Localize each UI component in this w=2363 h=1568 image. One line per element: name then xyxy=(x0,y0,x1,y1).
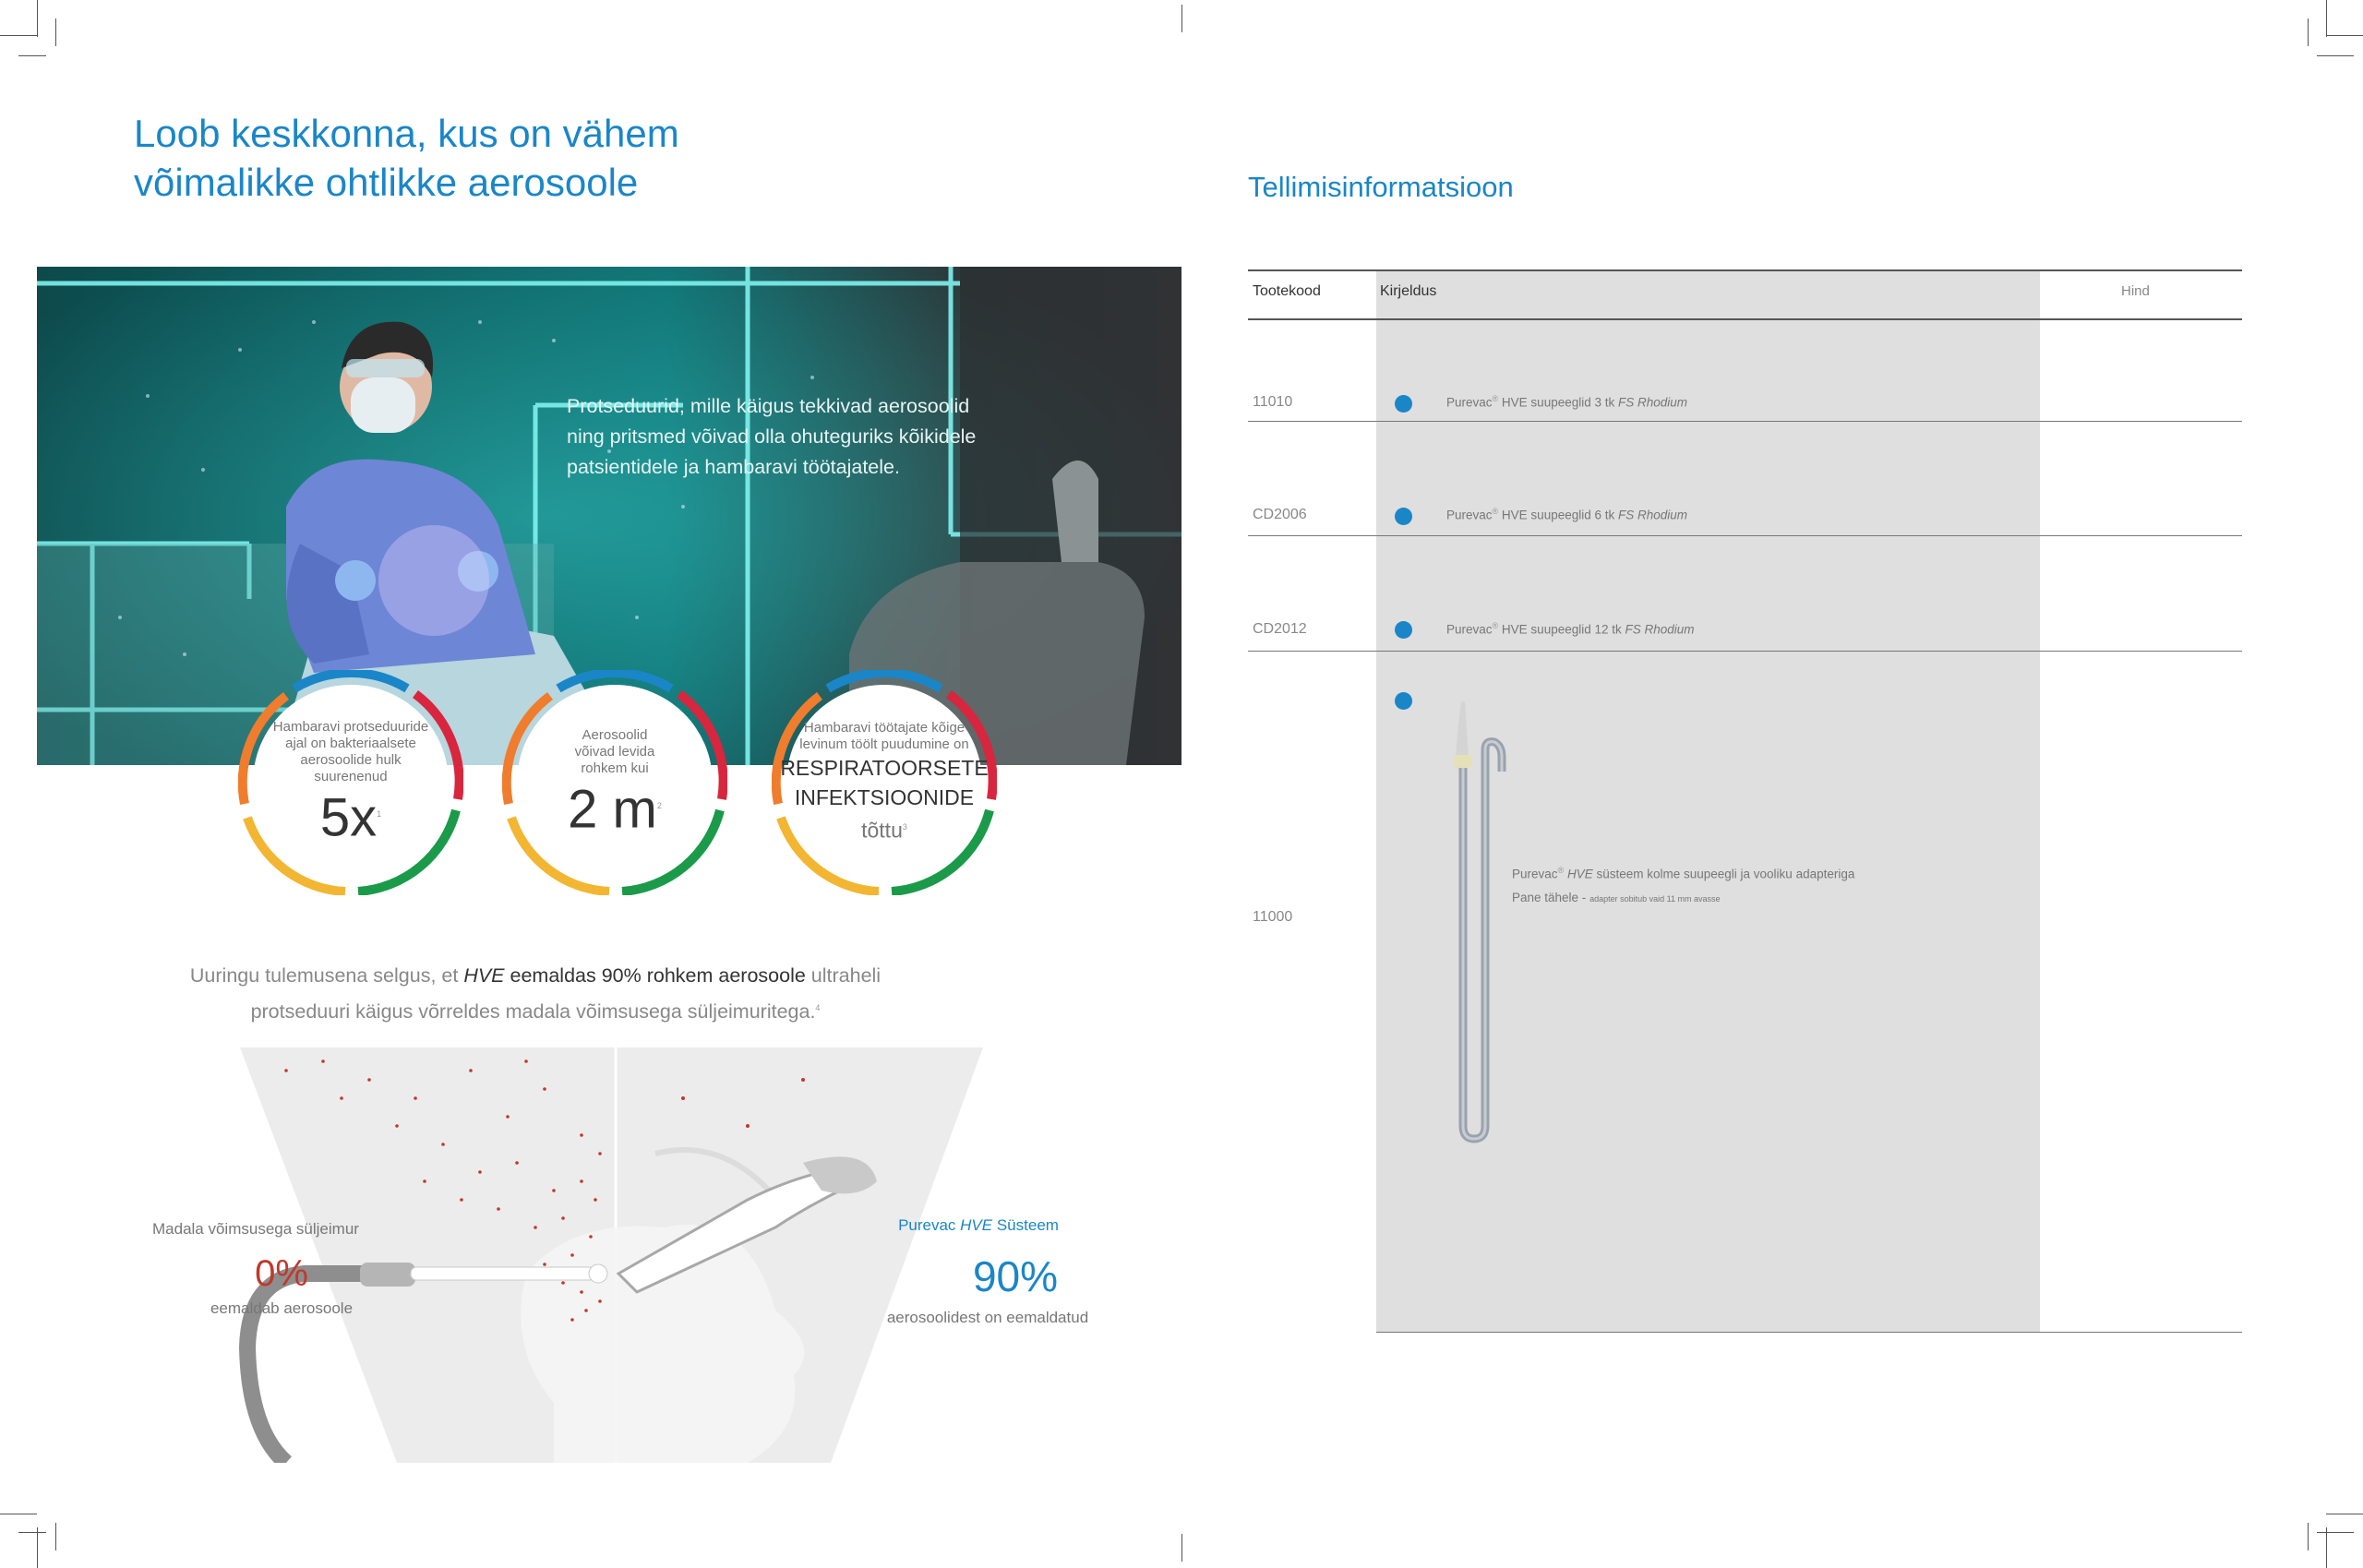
registered-mark: ® xyxy=(1557,866,1565,875)
brand: Purevac xyxy=(1446,395,1493,410)
desc-em: FS Rhodium xyxy=(1618,508,1688,522)
crop-mark xyxy=(2317,1532,2354,1533)
product-description: Purevac® HVE suupeeglid 6 tk FS Rhodium xyxy=(1446,507,1687,522)
desc-em: FS Rhodium xyxy=(1625,622,1695,637)
brand: Purevac xyxy=(1446,508,1493,522)
product-description: Purevac® HVE suupeeglid 3 tk FS Rhodium xyxy=(1446,394,1687,410)
hero-caption: Protseduurid, mille käigus tekkivad aero… xyxy=(567,395,977,478)
stat-number: 2 m xyxy=(568,779,657,840)
crop-mark xyxy=(2326,1527,2327,1568)
desc-em: FS Rhodium xyxy=(1618,395,1688,410)
stat-content: Hambaravi protseduuride ajal on bakteria… xyxy=(253,685,449,880)
crop-mark xyxy=(0,35,37,36)
title-line-1: Loob keskkonna, kus on vähem xyxy=(134,112,679,155)
brand: Purevac xyxy=(1446,622,1493,637)
note-small: adapter sobitub vaid 11 mm avasse xyxy=(1589,894,1721,904)
bullet-dot xyxy=(1395,508,1412,525)
desc-text: HVE suupeeglid 3 tk xyxy=(1498,395,1618,410)
stat-circle-2: Aerosoolid võivad levida rohkem kui 2 m2 xyxy=(502,670,727,895)
footnote-ref: 2 xyxy=(656,800,662,810)
low-volume-percentage: 0% xyxy=(255,1253,308,1294)
order-info-title: Tellimisinformatsioon xyxy=(1248,171,1514,203)
product-code: CD2006 xyxy=(1253,507,1307,522)
row-divider xyxy=(1248,421,2242,422)
footnote-ref: 4 xyxy=(815,1003,821,1012)
crop-mark xyxy=(2317,55,2354,56)
product-description: Purevac® HVE suupeeglid 12 tk FS Rhodium xyxy=(1446,621,1695,637)
crop-mark xyxy=(2326,0,2327,37)
footnote-ref: 3 xyxy=(902,822,907,832)
low-volume-caption: eemaldab aerosoole xyxy=(210,1299,354,1317)
stat-content: Hambaravi töötajate kõige levinum töölt … xyxy=(780,685,989,880)
stat-circle-3: Hambaravi töötajate kõige levinum töölt … xyxy=(772,670,997,895)
desc-em: HVE xyxy=(1566,867,1593,881)
crop-mark xyxy=(55,1523,56,1550)
study-pre: Uuringu tulemusena selgus, et xyxy=(189,964,464,987)
crop-mark xyxy=(55,18,56,46)
crop-mark xyxy=(18,55,46,56)
product-code: CD2012 xyxy=(1253,621,1307,637)
low-volume-label: Madala võimsusega süljeimur xyxy=(152,1220,359,1238)
bullet-dot xyxy=(1395,395,1412,413)
hve-system-label: Purevac HVE Süsteem xyxy=(849,1216,1108,1235)
crop-mark xyxy=(18,1532,46,1533)
product-code: 11010 xyxy=(1253,394,1293,410)
hve-label-em: HVE xyxy=(960,1216,993,1234)
brand: Purevac xyxy=(1512,867,1558,881)
row-divider xyxy=(1248,535,2242,536)
stat-description: Hambaravi protseduuride ajal on bakteria… xyxy=(272,718,429,784)
hve-label-pre: Purevac xyxy=(898,1216,961,1234)
title-line-2: võimalikke ohtlikke aerosoole xyxy=(134,161,639,204)
study-highlight: HVE eemaldas 90% rohkem aerosoole xyxy=(463,964,806,987)
stat-caps-line-1: RESPIRATOORSETE xyxy=(780,756,989,781)
hve-system-product-image xyxy=(1454,701,1506,1143)
crop-mark xyxy=(37,0,38,37)
stat-description: Aerosoolid võivad levida rohkem kui xyxy=(574,726,655,776)
stat-circle-1: Hambaravi protseduuride ajal on bakteria… xyxy=(238,670,463,895)
stat-tail-text: tõttu xyxy=(861,818,903,843)
stat-content: Aerosoolid võivad levida rohkem kui 2 m2 xyxy=(517,685,713,880)
desc-text: süsteem kolme suupeegli ja vooliku adapt… xyxy=(1592,867,1855,881)
footnote-ref: 1 xyxy=(377,808,382,819)
hve-label-post: Süsteem xyxy=(992,1216,1059,1234)
crop-mark xyxy=(2326,35,2363,36)
study-result-text: Uuringu tulemusena selgus, et HVE eemald… xyxy=(148,960,923,1028)
hve-percentage: 90% xyxy=(972,1252,1059,1300)
table-bottom-rule xyxy=(1376,1332,2242,1333)
header-price: Hind xyxy=(2121,283,2150,299)
crop-mark xyxy=(2308,18,2309,46)
row-divider xyxy=(1248,651,2242,652)
header-code: Tootekood xyxy=(1253,283,1321,299)
table-header-rule xyxy=(1248,318,2242,320)
crop-mark xyxy=(37,1527,38,1568)
note-label: Pane tähele - xyxy=(1512,891,1590,904)
page-title: Loob keskkonna, kus on vähem võimalikke … xyxy=(134,109,679,207)
product-description: Purevac® HVE süsteem kolme suupeegli ja … xyxy=(1512,866,1854,881)
hve-caption: aerosoolidest on eemaldatud xyxy=(886,1309,1089,1326)
header-description: Kirjeldus xyxy=(1380,283,1437,299)
stat-description: Hambaravi töötajate kõige levinum töölt … xyxy=(799,720,969,753)
study-hve: HVE xyxy=(463,964,505,987)
desc-text: HVE suupeeglid 6 tk xyxy=(1498,508,1618,522)
study-bold: eemaldas 90% rohkem aerosoole xyxy=(504,964,806,987)
bullet-dot xyxy=(1395,692,1412,710)
bullet-dot xyxy=(1395,621,1412,639)
crop-mark xyxy=(2308,1523,2309,1550)
stat-tail: tõttu3 xyxy=(861,812,907,845)
stat-value: 5x1 xyxy=(320,785,381,846)
stat-number: 5x xyxy=(319,787,378,848)
product-code: 11000 xyxy=(1253,909,1293,925)
desc-text: HVE suupeeglid 12 tk xyxy=(1498,622,1625,637)
stat-value: 2 m2 xyxy=(568,777,662,838)
product-note: Pane tähele - adapter sobitub vaid 11 mm… xyxy=(1512,891,1720,904)
stat-caps-line-2: INFEKTSIOONIDE xyxy=(794,785,975,810)
table-top-rule xyxy=(1248,269,2242,271)
